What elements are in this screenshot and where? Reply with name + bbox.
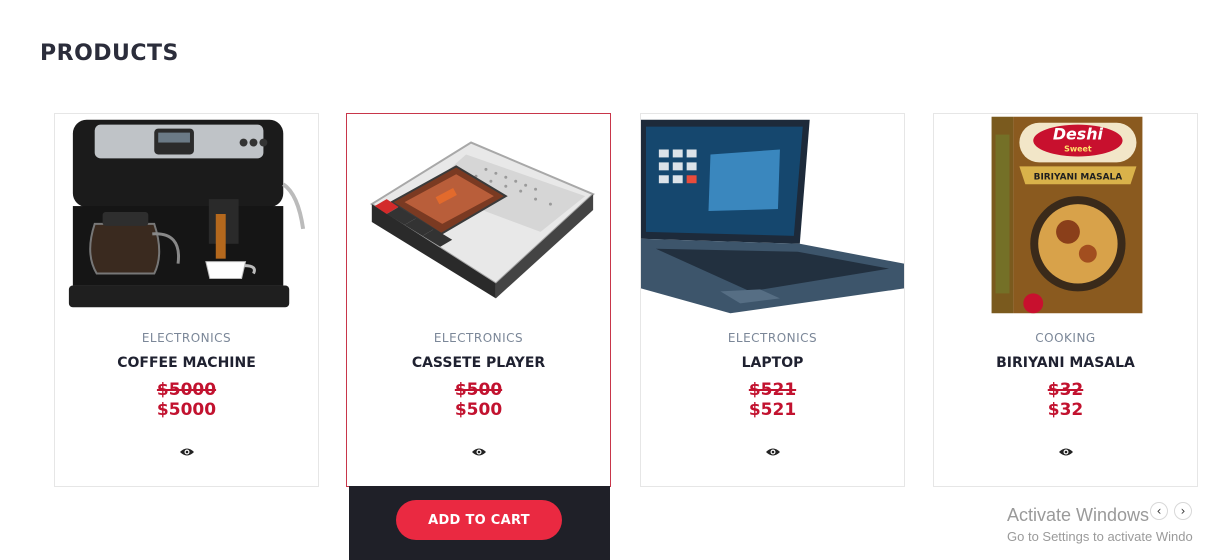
product-card[interactable]: ELECTRONICS LAPTOP $521 $521 (640, 113, 905, 487)
windows-activation-watermark: Activate Windows Go to Settings to activ… (1007, 505, 1193, 544)
watermark-title: Activate Windows (1007, 505, 1150, 525)
product-old-price: $32 (1047, 380, 1084, 400)
product-name[interactable]: BIRIYANI MASALA (934, 355, 1197, 371)
product-old-price: $521 (748, 380, 797, 400)
eye-icon[interactable] (471, 445, 487, 459)
laptop-image (641, 114, 904, 314)
product-image[interactable] (641, 114, 904, 314)
product-card-active[interactable]: ELECTRONICS CASSETE PLAYER $500 $500 (346, 113, 611, 487)
section-title: PRODUCTS (40, 41, 179, 66)
eye-icon[interactable] (1058, 445, 1074, 459)
package-brand-sub: Sweet (1064, 144, 1092, 153)
add-to-cart-button[interactable]: ADD TO CART (396, 500, 562, 540)
product-old-price: $500 (454, 380, 503, 400)
package-brand: Deshi (1053, 125, 1104, 144)
watermark-subtitle: Go to Settings to activate Windo (1007, 529, 1193, 544)
product-name[interactable]: COFFEE MACHINE (55, 355, 318, 371)
product-category: ELECTRONICS (433, 331, 524, 345)
product-image[interactable]: Deshi Sweet BIRIYANI MASALA (934, 114, 1197, 314)
spice-box-image: Deshi Sweet BIRIYANI MASALA (934, 114, 1197, 314)
eye-icon[interactable] (765, 445, 781, 459)
product-image[interactable] (55, 114, 318, 314)
product-name[interactable]: CASSETE PLAYER (347, 355, 610, 371)
product-price: $521 (748, 400, 797, 420)
product-price: $500 (454, 400, 503, 420)
product-price: $5000 (156, 400, 217, 420)
product-old-price: $5000 (156, 380, 217, 400)
product-price: $32 (1047, 400, 1084, 420)
coffee-machine-image (55, 114, 318, 314)
add-to-cart-panel: ADD TO CART (349, 486, 610, 560)
product-card[interactable]: Deshi Sweet BIRIYANI MASALA COOKING BIRI… (933, 113, 1198, 487)
cassette-player-image (347, 114, 610, 314)
product-category: COOKING (1035, 331, 1096, 345)
package-label: BIRIYANI MASALA (1034, 172, 1123, 182)
product-name[interactable]: LAPTOP (641, 355, 904, 371)
product-category: ELECTRONICS (141, 331, 232, 345)
product-card[interactable]: ELECTRONICS COFFEE MACHINE $5000 $5000 (54, 113, 319, 487)
product-category: ELECTRONICS (727, 331, 818, 345)
product-image[interactable] (347, 114, 610, 314)
eye-icon[interactable] (179, 445, 195, 459)
